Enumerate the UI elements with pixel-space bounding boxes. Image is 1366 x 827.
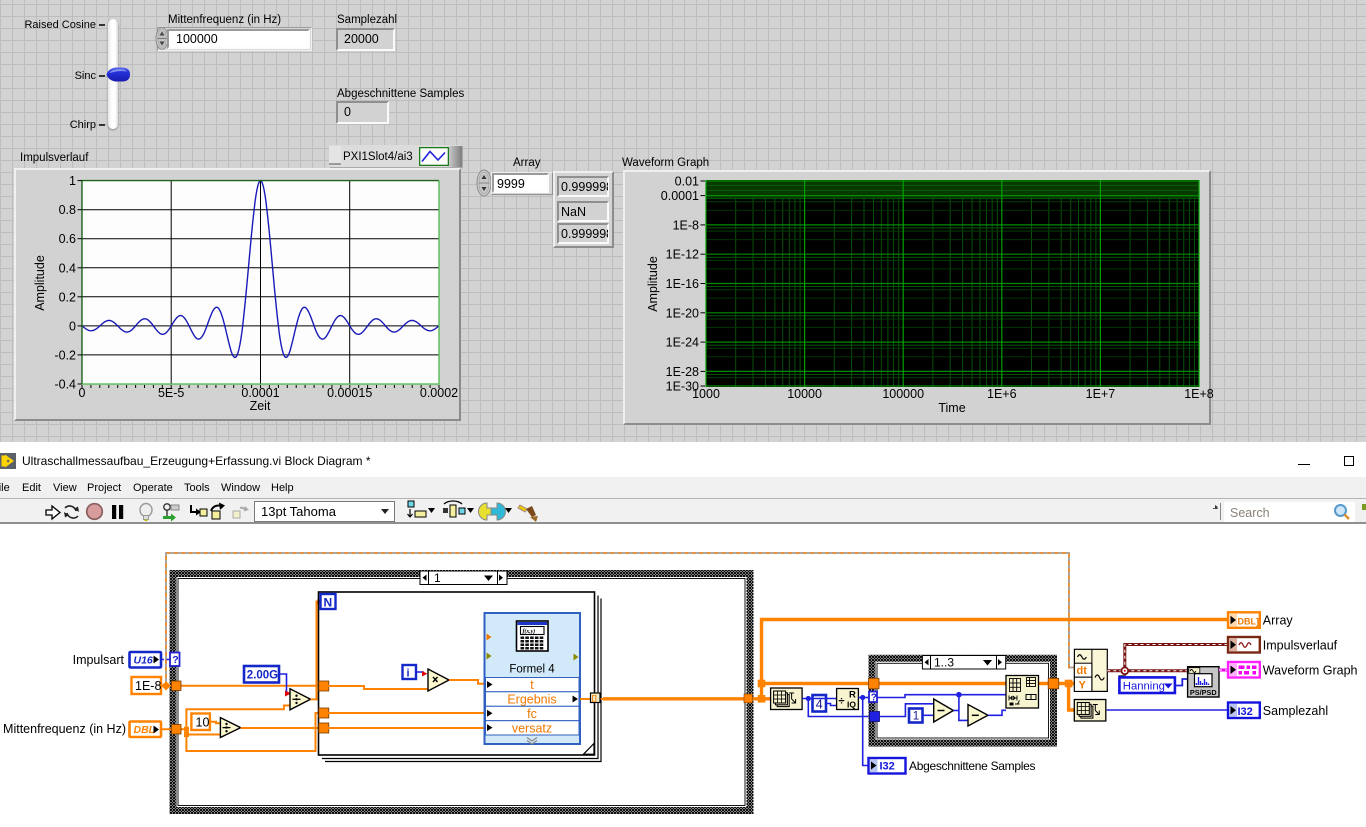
svg-text:Time: Time	[938, 401, 965, 415]
svg-text:1E-24: 1E-24	[666, 336, 699, 350]
svg-text:1E-12: 1E-12	[666, 248, 699, 262]
svg-text:DBL]: DBL]	[1238, 616, 1260, 626]
svg-text:1E+6: 1E+6	[987, 387, 1017, 401]
svg-text:Abgeschnittene Samples: Abgeschnittene Samples	[909, 759, 1035, 773]
svg-text:i: i	[407, 668, 410, 680]
svg-text:I32: I32	[880, 761, 895, 773]
svg-text:DBL: DBL	[134, 724, 156, 736]
svg-text:I32: I32	[1238, 706, 1253, 718]
svg-text:÷: ÷	[839, 696, 845, 708]
svg-text:[]: []	[592, 694, 597, 703]
svg-text:1: 1	[913, 711, 919, 723]
svg-text:Impulsart: Impulsart	[73, 653, 125, 667]
svg-text:0.01: 0.01	[675, 175, 699, 189]
svg-text:0.0001: 0.0001	[661, 189, 699, 203]
svg-text:1E+7: 1E+7	[1086, 387, 1116, 401]
svg-text:?: ?	[871, 693, 877, 704]
svg-text:1..3: 1..3	[934, 656, 954, 670]
svg-text:1000: 1000	[692, 387, 720, 401]
svg-text:1: 1	[434, 571, 441, 585]
svg-text:Waveform Graph: Waveform Graph	[1263, 663, 1358, 677]
svg-text:10: 10	[196, 716, 210, 730]
svg-text:f(x,y): f(x,y)	[523, 628, 536, 635]
svg-text:?: ?	[172, 654, 178, 666]
svg-text:1E-8: 1E-8	[135, 679, 161, 693]
svg-text:Y: Y	[1079, 680, 1087, 692]
svg-text:2.00G: 2.00G	[247, 670, 278, 682]
svg-text:1E+8: 1E+8	[1184, 387, 1214, 401]
svg-text:100000: 100000	[882, 387, 924, 401]
svg-text:Impulsverlauf: Impulsverlauf	[1263, 638, 1338, 652]
svg-text:1E-8: 1E-8	[673, 218, 699, 232]
svg-text:dt: dt	[1077, 665, 1088, 677]
svg-text:U16: U16	[134, 655, 153, 667]
svg-text:Formel 4: Formel 4	[509, 664, 555, 676]
svg-text:versatz: versatz	[512, 721, 552, 735]
svg-text:10000: 10000	[787, 387, 822, 401]
svg-text:Array: Array	[1263, 614, 1294, 628]
svg-text:Ergebnis: Ergebnis	[507, 693, 556, 707]
svg-text:IQ: IQ	[847, 700, 856, 710]
svg-text:N: N	[324, 596, 333, 610]
svg-text:Amplitude: Amplitude	[646, 256, 660, 312]
svg-text:t: t	[530, 678, 534, 692]
svg-text:4: 4	[816, 698, 823, 712]
svg-text:1E-28: 1E-28	[666, 365, 699, 379]
svg-text:PS/PSD: PS/PSD	[1190, 688, 1217, 697]
svg-text:1E-16: 1E-16	[666, 277, 699, 291]
svg-text:Hanning: Hanning	[1123, 680, 1165, 692]
svg-text:fc: fc	[527, 707, 537, 721]
svg-text:Mittenfrequenz (in Hz): Mittenfrequenz (in Hz)	[3, 722, 126, 736]
svg-text:Samplezahl: Samplezahl	[1263, 704, 1328, 718]
svg-text:1E-20: 1E-20	[666, 306, 699, 320]
